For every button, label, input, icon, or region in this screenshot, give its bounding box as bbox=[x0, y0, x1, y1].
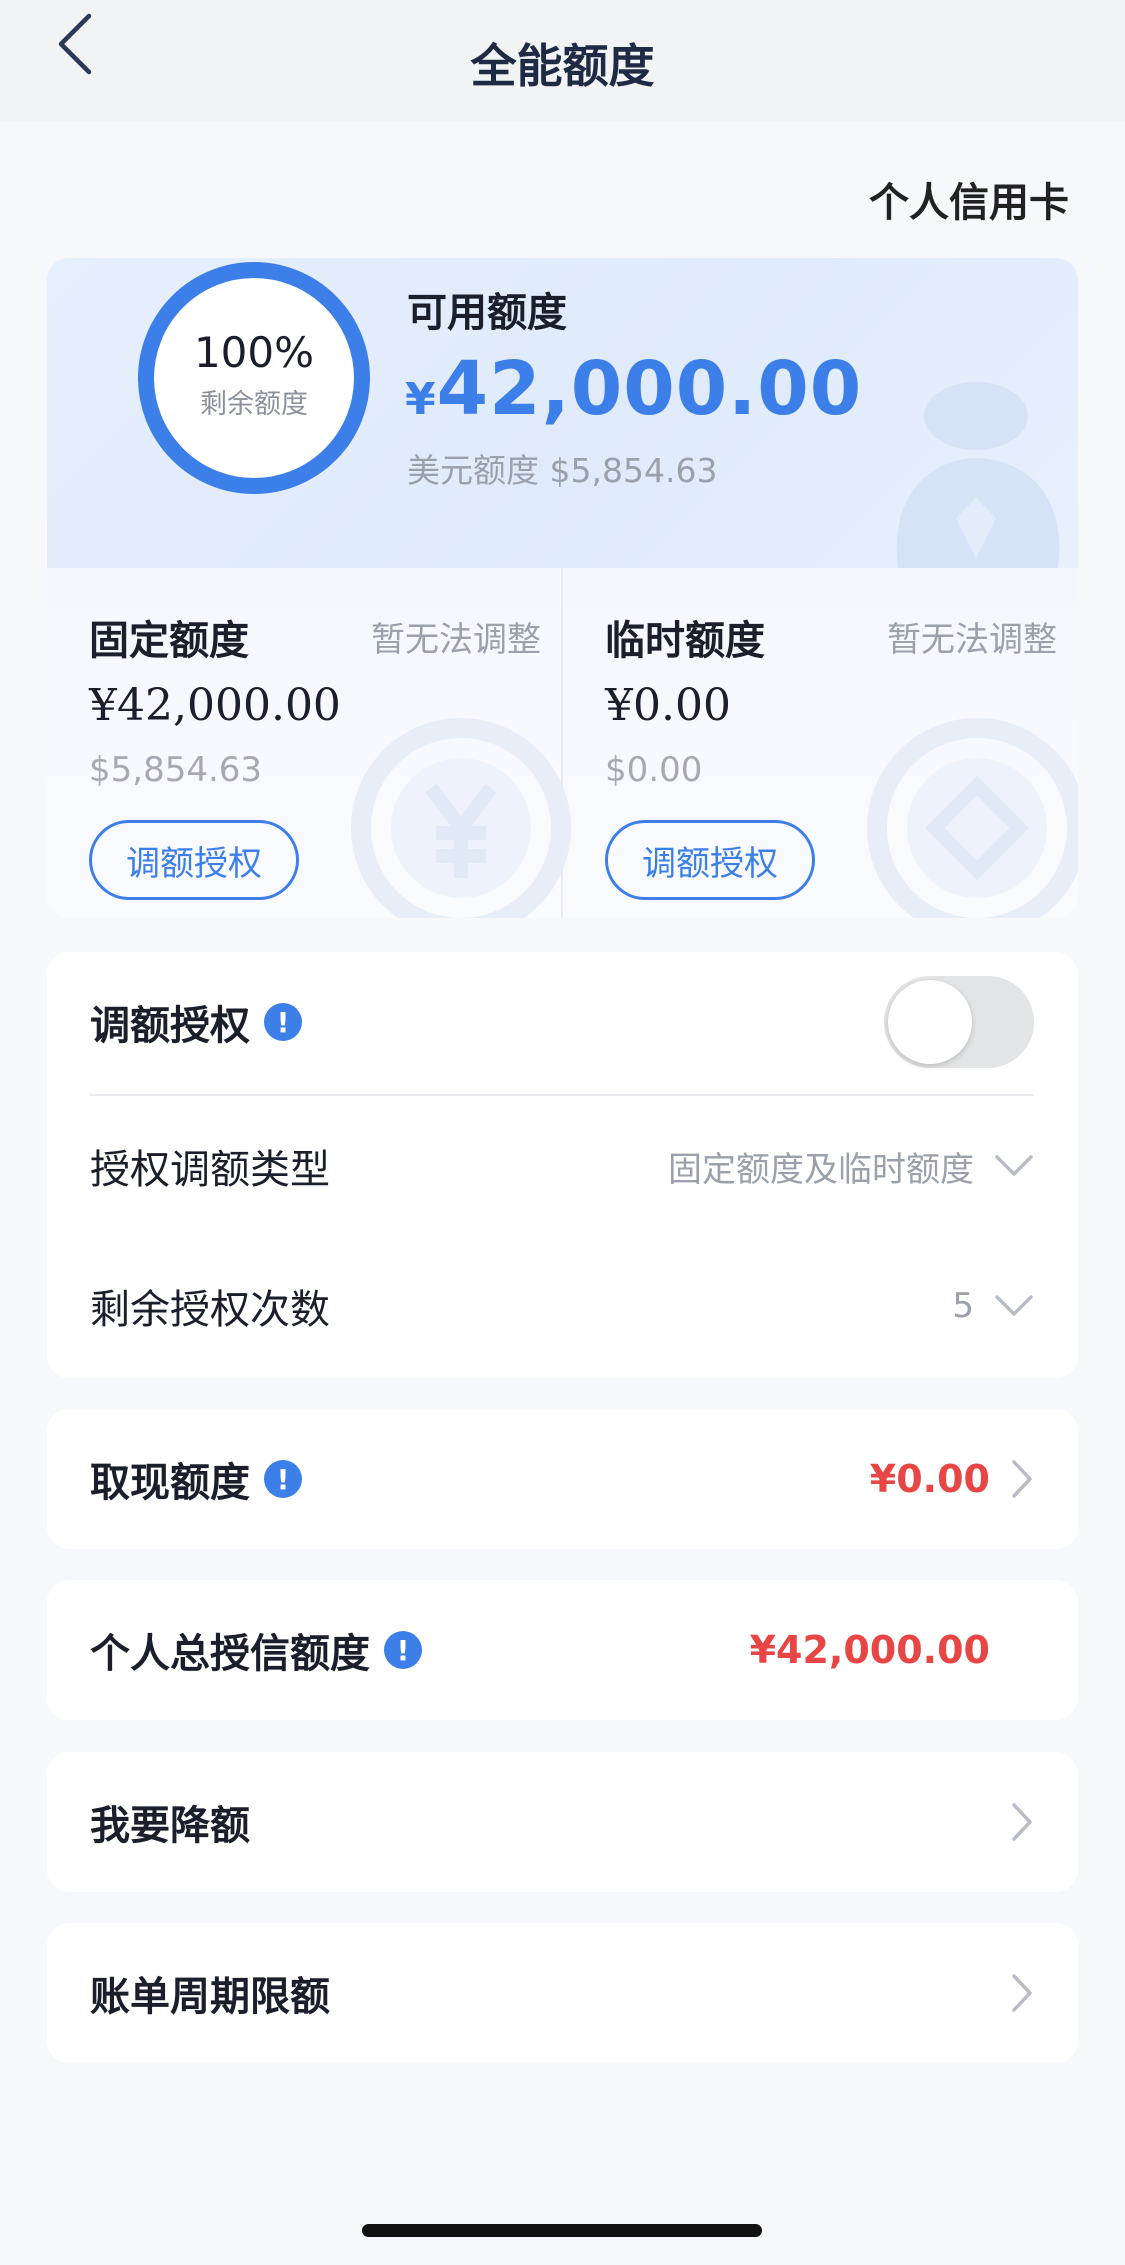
fixed-limit-usd: $5,854.63 bbox=[89, 750, 263, 790]
credit-summary-card: 100% 剩余额度 可用额度 ¥42,000.00 美元额度 $5,854.63… bbox=[47, 258, 1078, 918]
remaining-ring: 100% 剩余额度 bbox=[134, 258, 374, 498]
available-credit-panel: 100% 剩余额度 可用额度 ¥42,000.00 美元额度 $5,854.63 bbox=[47, 258, 1078, 568]
total-credit-value: ¥42,000.00 bbox=[749, 1628, 990, 1672]
chevron-down-icon bbox=[994, 1154, 1034, 1178]
card-type-label[interactable]: 个人信用卡 bbox=[869, 170, 1069, 228]
cash-limit-card[interactable]: 取现额度 ! ¥0.00 bbox=[47, 1409, 1078, 1549]
cycle-limit-card[interactable]: 账单周期限额 bbox=[47, 1923, 1078, 2063]
auth-toggle-container bbox=[884, 976, 1034, 1068]
reduce-limit-row[interactable]: 我要降额 bbox=[47, 1752, 1078, 1892]
usd-amount-line: 美元额度 $5,854.63 bbox=[407, 451, 718, 490]
money-bag-decoration-icon bbox=[896, 382, 1060, 568]
auth-toggle-label: 调额授权 bbox=[90, 1003, 250, 1049]
reduce-limit-card[interactable]: 我要降额 bbox=[47, 1752, 1078, 1892]
chevron-right-icon bbox=[1010, 1973, 1034, 2013]
diamond-coin-decoration-icon bbox=[867, 718, 1078, 918]
cycle-limit-row[interactable]: 账单周期限额 bbox=[47, 1923, 1078, 2063]
total-credit-card: 个人总授信额度 ! ¥42,000.00 bbox=[47, 1580, 1078, 1720]
auth-type-row[interactable]: 授权调额类型 固定额度及临时额度 bbox=[47, 1096, 1078, 1236]
page: 全能额度 个人信用卡 100% 剩余额度 可用额度 ¥42,000.00 美元额… bbox=[0, 0, 1125, 2265]
toggle-knob bbox=[888, 980, 972, 1064]
total-credit-right: ¥42,000.00 bbox=[750, 1628, 990, 1672]
page-title: 全能额度 bbox=[470, 39, 655, 93]
total-credit-row: 个人总授信额度 ! ¥42,000.00 bbox=[47, 1580, 1078, 1720]
ring-chart bbox=[138, 262, 370, 494]
info-icon[interactable]: ! bbox=[264, 1460, 302, 1498]
temp-limit-title: 临时额度 bbox=[605, 618, 765, 664]
auth-count-value: 5 bbox=[952, 1286, 974, 1326]
cash-limit-value: ¥0.00 bbox=[869, 1457, 990, 1501]
fixed-limit-title: 固定额度 bbox=[89, 618, 249, 664]
chevron-right-icon bbox=[1010, 1459, 1034, 1499]
auth-count-row[interactable]: 剩余授权次数 5 bbox=[47, 1236, 1078, 1376]
available-amount-value: 42,000.00 bbox=[436, 346, 863, 432]
limits-panel: 固定额度 暂无法调整 ¥42,000.00 $5,854.63 调额授权 临时额… bbox=[47, 568, 1078, 918]
available-amount: ¥42,000.00 bbox=[405, 346, 862, 432]
auth-count-select[interactable]: 5 bbox=[952, 1286, 1034, 1326]
cash-limit-label: 取现额度 bbox=[90, 1460, 250, 1506]
info-icon[interactable]: ! bbox=[264, 1003, 302, 1041]
nav-bar: 全能额度 bbox=[0, 0, 1125, 122]
auth-toggle-row: 调额授权 ! bbox=[47, 952, 1078, 1092]
auth-count-label: 剩余授权次数 bbox=[90, 1287, 330, 1333]
fixed-limit-note: 暂无法调整 bbox=[371, 620, 541, 660]
cycle-limit-right bbox=[990, 1973, 1034, 2013]
currency-symbol: ¥ bbox=[405, 374, 437, 425]
temp-limit-amount: ¥0.00 bbox=[605, 680, 731, 731]
auth-type-label: 授权调额类型 bbox=[90, 1147, 330, 1193]
home-indicator[interactable] bbox=[362, 2224, 762, 2237]
chevron-down-icon bbox=[994, 1294, 1034, 1318]
cycle-limit-label: 账单周期限额 bbox=[90, 1974, 330, 2020]
fixed-limit-block: 固定额度 暂无法调整 ¥42,000.00 $5,854.63 调额授权 bbox=[47, 568, 571, 918]
fixed-limit-auth-button[interactable]: 调额授权 bbox=[89, 820, 299, 900]
ring-label: 剩余额度 bbox=[200, 389, 308, 420]
temp-limit-block: 临时额度 暂无法调整 ¥0.00 $0.00 调额授权 bbox=[563, 568, 1078, 918]
auth-toggle-switch[interactable] bbox=[884, 976, 1034, 1068]
info-icon[interactable]: ! bbox=[384, 1631, 422, 1669]
ring-percent: 100% bbox=[193, 328, 315, 377]
available-label: 可用额度 bbox=[407, 290, 567, 336]
temp-limit-usd: $0.00 bbox=[605, 750, 703, 790]
fixed-limit-amount: ¥42,000.00 bbox=[89, 680, 341, 731]
chevron-right-icon bbox=[1010, 1802, 1034, 1842]
reduce-limit-label: 我要降额 bbox=[90, 1803, 250, 1849]
auth-settings-card: 调额授权 ! 授权调额类型 固定额度及临时额度 剩余授权次数 5 bbox=[47, 952, 1078, 1378]
reduce-limit-right bbox=[990, 1802, 1034, 1842]
cash-limit-row[interactable]: 取现额度 ! ¥0.00 bbox=[47, 1409, 1078, 1549]
temp-limit-auth-button[interactable]: 调额授权 bbox=[605, 820, 815, 900]
temp-limit-note: 暂无法调整 bbox=[887, 620, 1057, 660]
cash-limit-right: ¥0.00 bbox=[870, 1457, 1034, 1501]
auth-type-value: 固定额度及临时额度 bbox=[668, 1149, 974, 1190]
total-credit-label: 个人总授信额度 bbox=[90, 1631, 370, 1677]
auth-type-select[interactable]: 固定额度及临时额度 bbox=[668, 1142, 1034, 1191]
yen-coin-decoration-icon bbox=[351, 718, 571, 918]
